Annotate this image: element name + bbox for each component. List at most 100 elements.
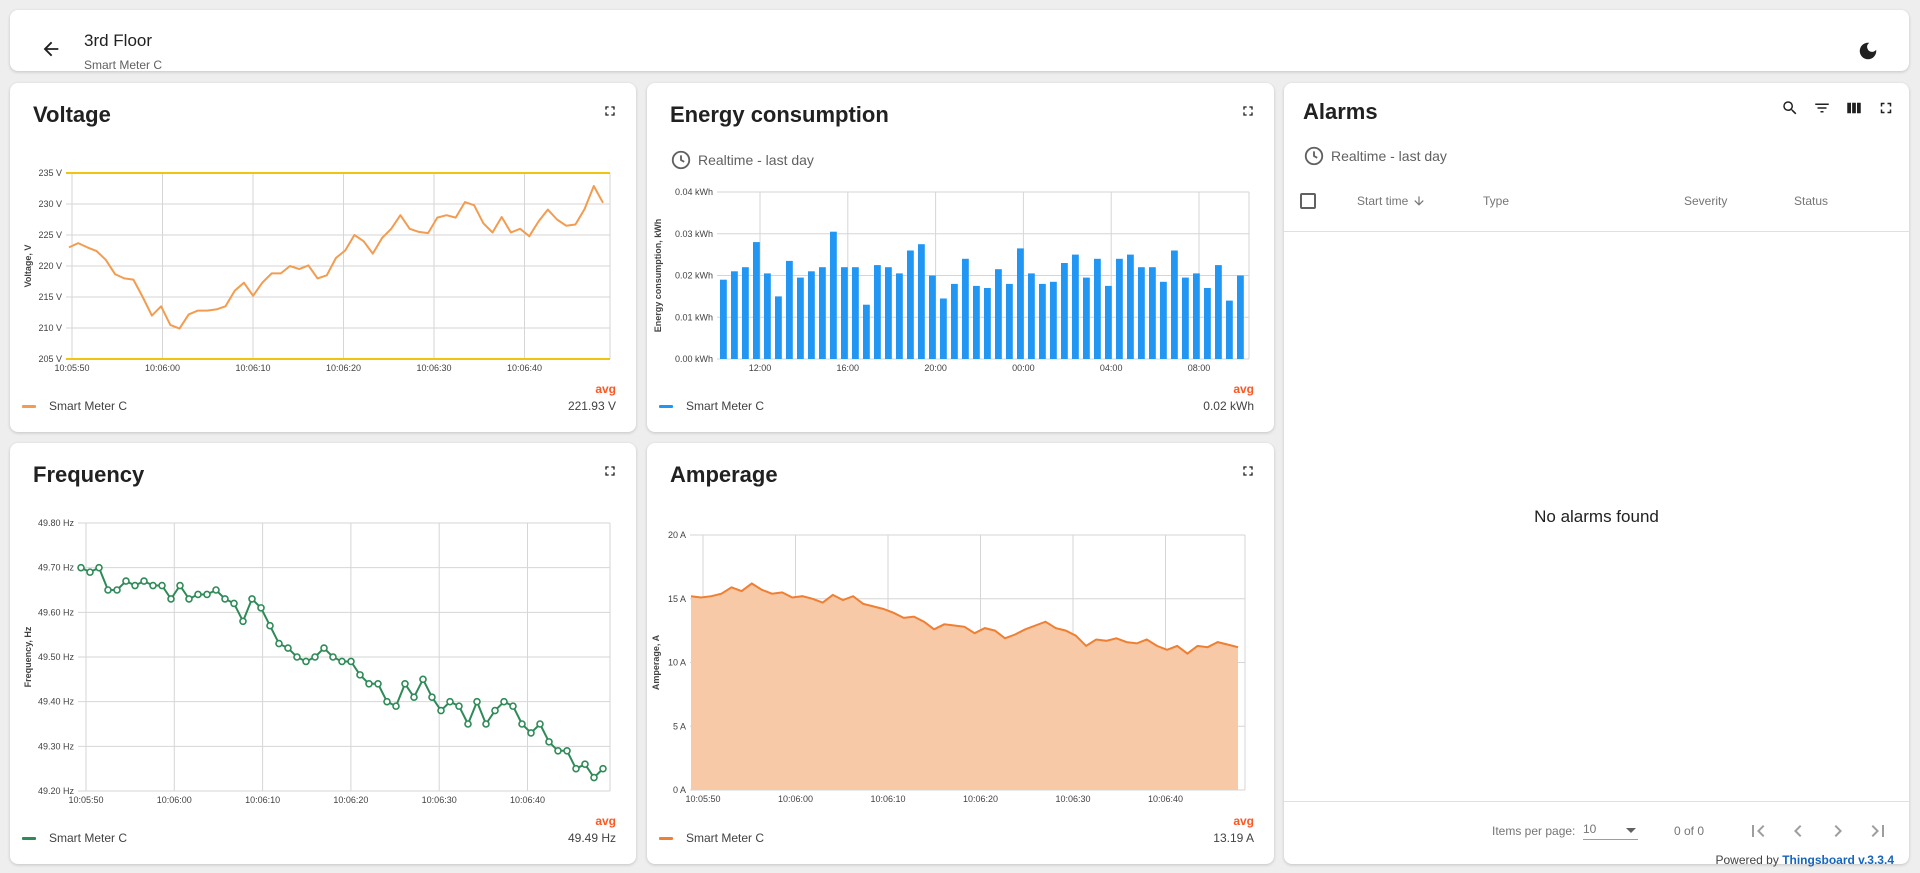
y-tick-label: 49.70 Hz [38, 563, 75, 573]
data-point [446, 697, 454, 706]
bar [1083, 277, 1090, 359]
powered-by: Powered by Thingsboard v.3.3.4 [1715, 853, 1894, 867]
energy-chart: 0.00 kWh 0.01 kWh 0.02 kWh 0.03 kWh 0.04 kWh… [653, 187, 1250, 373]
data-point [239, 617, 247, 626]
bar [962, 258, 969, 359]
bar [885, 267, 892, 359]
frequency-chart: 49.20 Hz49.30 Hz49.40 Hz49.50 Hz49.60 Hz… [23, 518, 611, 805]
y-tick-label: 20 A [668, 530, 686, 540]
data-point [131, 581, 139, 590]
y-axis-label: Frequency, Hz [23, 626, 33, 687]
search-icon[interactable] [1781, 99, 1799, 117]
fullscreen-icon[interactable] [1877, 99, 1895, 117]
legend-avg-value: 0.02 kWh [1203, 399, 1254, 413]
data-point [437, 706, 445, 715]
data-point [554, 746, 562, 755]
x-tick-label: 10:06:40 [510, 795, 545, 805]
data-point [536, 720, 544, 728]
page-title: 3rd Floor [84, 31, 153, 50]
bar [1237, 275, 1244, 359]
bar [984, 288, 991, 359]
data-point [518, 720, 526, 728]
data-point [410, 693, 418, 701]
y-tick-label: 10 A [668, 658, 686, 668]
bar [1006, 283, 1013, 359]
bar [797, 277, 804, 359]
data-point [563, 746, 571, 755]
data-point [401, 680, 409, 688]
series-area [691, 583, 1238, 790]
prev-page-icon[interactable] [1786, 819, 1810, 843]
timewindow-label: Realtime - last day [1331, 148, 1447, 164]
data-point [500, 697, 508, 706]
last-page-icon[interactable] [1866, 819, 1890, 843]
bar [1138, 267, 1145, 359]
data-point [149, 581, 157, 590]
arrow-back-icon[interactable] [40, 38, 62, 60]
data-point [284, 644, 292, 652]
columns-icon[interactable] [1845, 99, 1863, 117]
bar [720, 279, 727, 359]
x-tick-label: 10:06:40 [1148, 794, 1183, 804]
amperage-widget: Amperage 0 A5 A 10 A 15 A 20 A 10:05:50 10:06… [647, 443, 1274, 864]
bar [1160, 281, 1167, 359]
column-severity[interactable]: Severity [1684, 194, 1727, 208]
first-page-icon[interactable] [1746, 819, 1770, 843]
data-point [158, 581, 166, 590]
next-page-icon[interactable] [1826, 819, 1850, 843]
thingsboard-link[interactable]: Thingsboard v.3.3.4 [1782, 853, 1894, 867]
data-point [311, 653, 319, 661]
select-all-checkbox[interactable] [1300, 193, 1316, 209]
bar [1061, 263, 1068, 359]
column-type[interactable]: Type [1483, 194, 1509, 208]
bar [1226, 300, 1233, 359]
bar [753, 242, 760, 359]
x-tick-label: 10:06:00 [145, 363, 180, 373]
x-tick-label: 08:00 [1188, 363, 1211, 373]
bar [1171, 250, 1178, 359]
divider [1284, 231, 1909, 232]
bar [940, 298, 947, 359]
alarms-timewindow[interactable]: Realtime - last day [1303, 145, 1447, 167]
bar [1050, 281, 1057, 359]
legend-series-name: Smart Meter C [49, 399, 128, 413]
x-tick-label: 10:06:40 [507, 363, 542, 373]
y-tick-label: 49.30 Hz [38, 741, 75, 751]
bar [1215, 265, 1222, 359]
page-range: 0 of 0 [1674, 824, 1705, 838]
y-tick-label: 220 V [38, 261, 62, 271]
x-tick-label: 00:00 [1012, 363, 1035, 373]
dark-mode-icon[interactable] [1857, 40, 1879, 62]
data-point [86, 568, 94, 576]
bar [1017, 248, 1024, 359]
clock-icon [1304, 146, 1324, 166]
data-point [473, 697, 481, 706]
items-per-page-select[interactable]: 10 [1583, 822, 1638, 840]
data-point [293, 653, 301, 661]
y-tick-label: 215 V [38, 292, 62, 302]
y-tick-label: 0.01 kWh [675, 312, 713, 322]
legend-avg-value: 49.49 Hz [567, 831, 616, 845]
x-tick-label: 10:06:30 [416, 363, 451, 373]
voltage-chart: 205 V210 V215 V220 V225 V230 V235 V10:05… [23, 168, 611, 373]
bar [1116, 258, 1123, 359]
data-point [428, 693, 436, 701]
bar [907, 250, 914, 359]
bar [830, 231, 837, 359]
column-status[interactable]: Status [1794, 194, 1828, 208]
x-tick-label: 10:06:10 [870, 794, 905, 804]
bar [852, 267, 859, 359]
filter-icon[interactable] [1813, 99, 1831, 117]
data-point [338, 657, 346, 666]
bar [863, 304, 870, 359]
bar [973, 285, 980, 359]
legend-avg-value: 221.93 V [567, 399, 616, 413]
column-start-time[interactable]: Start time [1357, 194, 1426, 208]
y-tick-label: 235 V [38, 168, 62, 178]
legend-series-name: Smart Meter C [49, 831, 128, 845]
x-tick-label: 10:06:30 [1055, 794, 1090, 804]
data-point [113, 586, 121, 594]
bar [995, 269, 1002, 359]
legend-swatch [22, 837, 36, 840]
page-subtitle: Smart Meter C [84, 58, 163, 72]
